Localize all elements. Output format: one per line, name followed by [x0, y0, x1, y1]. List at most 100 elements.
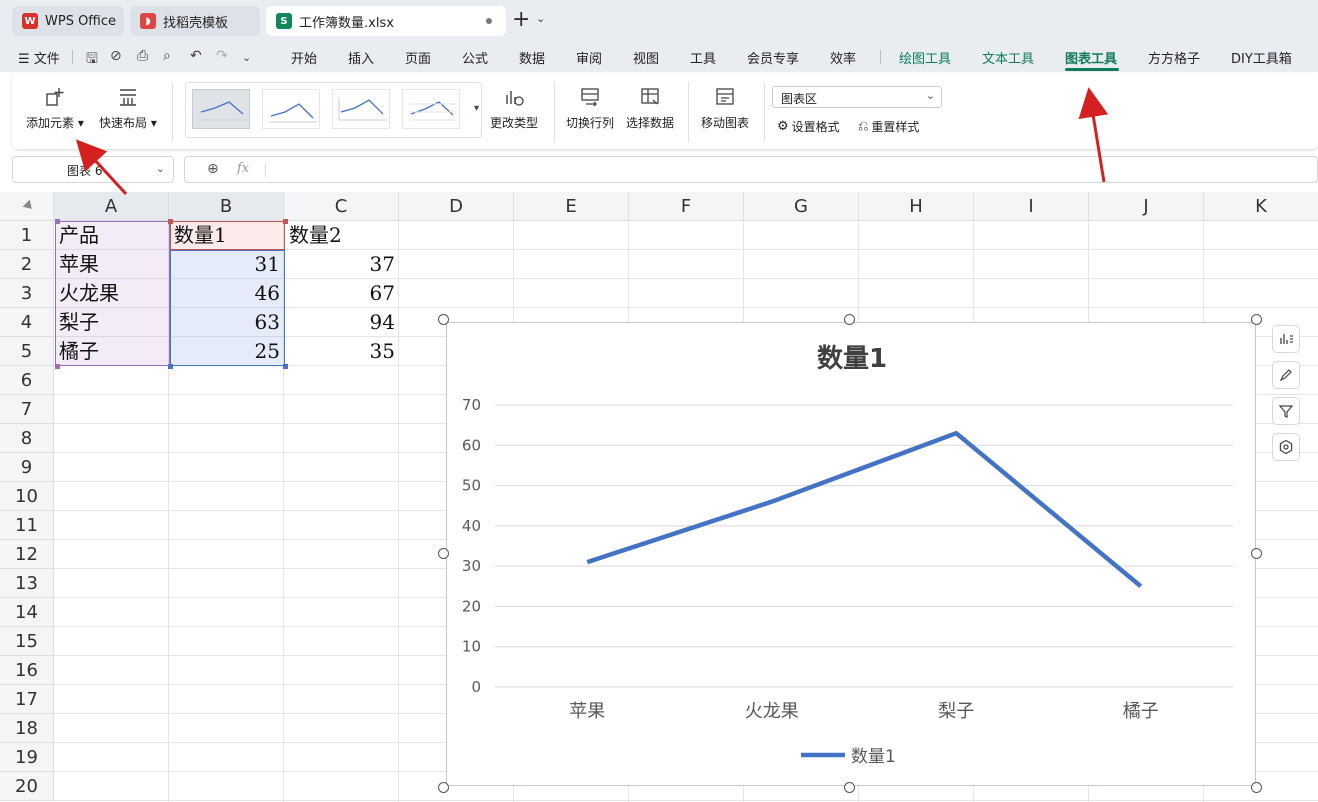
- menu-formula[interactable]: 公式: [462, 48, 488, 67]
- chart-style-button[interactable]: [1272, 361, 1300, 389]
- column-header-c[interactable]: C: [284, 192, 399, 221]
- row-header-18[interactable]: 18: [0, 714, 54, 743]
- range-handle[interactable]: [168, 364, 173, 369]
- menu-member[interactable]: 会员专享: [747, 48, 799, 67]
- chart-style-thumb[interactable]: [332, 89, 390, 129]
- menu-chart-tools[interactable]: 图表工具: [1065, 48, 1117, 67]
- column-header-j[interactable]: J: [1089, 192, 1204, 221]
- menu-tools[interactable]: 工具: [690, 48, 716, 67]
- cell-b5[interactable]: 25: [170, 337, 284, 366]
- set-format-button[interactable]: ⚙ 设置格式: [777, 118, 840, 135]
- chart-resize-handle[interactable]: [1251, 314, 1262, 325]
- chart-resize-handle[interactable]: [438, 548, 449, 559]
- new-tab-button[interactable]: +: [512, 8, 530, 32]
- redo-icon[interactable]: ↷: [216, 48, 228, 64]
- undo-icon[interactable]: ↶: [190, 48, 202, 64]
- range-handle[interactable]: [55, 364, 60, 369]
- reset-style-button[interactable]: ⎌ 重置样式: [858, 118, 919, 135]
- cell-a2[interactable]: 苹果: [55, 250, 169, 279]
- row-header-20[interactable]: 20: [0, 772, 54, 801]
- menu-view[interactable]: 视图: [633, 48, 659, 67]
- save-icon[interactable]: 🖫: [86, 48, 98, 72]
- change-type-button[interactable]: 更改类型: [490, 86, 538, 131]
- quick-layout-button[interactable]: 快速布局 ▾: [99, 86, 157, 131]
- row-header-11[interactable]: 11: [0, 511, 54, 540]
- chart-resize-handle[interactable]: [844, 314, 855, 325]
- chart-resize-handle[interactable]: [1251, 548, 1262, 559]
- row-header-14[interactable]: 14: [0, 598, 54, 627]
- menu-drawing-tools[interactable]: 绘图工具: [899, 48, 951, 67]
- column-header-i[interactable]: I: [974, 192, 1089, 221]
- cell-b2[interactable]: 31: [170, 250, 284, 279]
- print-preview-icon[interactable]: ⌕: [163, 48, 171, 64]
- row-header-7[interactable]: 7: [0, 395, 54, 424]
- chart-resize-handle[interactable]: [438, 314, 449, 325]
- chart-settings-button[interactable]: [1272, 433, 1300, 461]
- range-handle[interactable]: [283, 219, 288, 224]
- column-header-f[interactable]: F: [629, 192, 744, 221]
- cell-c1[interactable]: 数量2: [285, 221, 399, 250]
- chart-filter-button[interactable]: [1272, 397, 1300, 425]
- tab-workbook[interactable]: S 工作簿数量.xlsx: [266, 6, 506, 36]
- row-header-19[interactable]: 19: [0, 743, 54, 772]
- row-header-3[interactable]: 3: [0, 279, 54, 308]
- row-header-2[interactable]: 2: [0, 250, 54, 279]
- chart-resize-handle[interactable]: [844, 782, 855, 793]
- range-handle[interactable]: [168, 219, 173, 224]
- range-handle[interactable]: [283, 364, 288, 369]
- row-header-13[interactable]: 13: [0, 569, 54, 598]
- column-header-e[interactable]: E: [514, 192, 629, 221]
- menu-diy-toolbox[interactable]: DIY工具箱: [1231, 48, 1292, 67]
- print-icon[interactable]: ⎙: [137, 48, 148, 64]
- chevron-down-icon[interactable]: ⌄: [242, 51, 251, 64]
- cell-c4[interactable]: 94: [285, 308, 399, 337]
- row-header-6[interactable]: 6: [0, 366, 54, 395]
- cell-a5[interactable]: 橘子: [55, 337, 169, 366]
- link-icon[interactable]: ⊘: [110, 48, 122, 64]
- add-element-button[interactable]: 添加元素 ▾: [26, 86, 84, 131]
- chart-style-thumb[interactable]: [192, 89, 250, 129]
- select-all-button[interactable]: [0, 192, 54, 221]
- row-header-4[interactable]: 4: [0, 308, 54, 337]
- zoom-icon[interactable]: ⊕: [207, 161, 219, 177]
- menu-text-tools[interactable]: 文本工具: [982, 48, 1034, 67]
- chart-resize-handle[interactable]: [1251, 782, 1262, 793]
- cell-c3[interactable]: 67: [285, 279, 399, 308]
- cell-c5[interactable]: 35: [285, 337, 399, 366]
- gallery-more-button[interactable]: ▾: [474, 103, 479, 114]
- cell-b1[interactable]: 数量1: [170, 221, 284, 250]
- row-header-9[interactable]: 9: [0, 453, 54, 482]
- cell-b3[interactable]: 46: [170, 279, 284, 308]
- tab-wps-office[interactable]: W WPS Office: [12, 6, 124, 36]
- row-header-16[interactable]: 16: [0, 656, 54, 685]
- menu-insert[interactable]: 插入: [348, 48, 374, 67]
- cell-c2[interactable]: 37: [285, 250, 399, 279]
- chart-resize-handle[interactable]: [438, 782, 449, 793]
- column-header-b[interactable]: B: [169, 192, 284, 221]
- fx-icon[interactable]: fx: [237, 161, 249, 176]
- menu-review[interactable]: 审阅: [576, 48, 602, 67]
- range-handle[interactable]: [55, 219, 60, 224]
- chart-style-thumb[interactable]: [262, 89, 320, 129]
- column-header-a[interactable]: A: [54, 192, 169, 221]
- cell-a3[interactable]: 火龙果: [55, 279, 169, 308]
- chart-element-select[interactable]: 图表区 ⌄: [772, 86, 942, 108]
- row-header-10[interactable]: 10: [0, 482, 54, 511]
- chart-elements-button[interactable]: [1272, 325, 1300, 353]
- menu-ffgz[interactable]: 方方格子: [1148, 48, 1200, 67]
- column-header-h[interactable]: H: [859, 192, 974, 221]
- cell-a4[interactable]: 梨子: [55, 308, 169, 337]
- row-header-12[interactable]: 12: [0, 540, 54, 569]
- column-header-d[interactable]: D: [399, 192, 514, 221]
- column-header-k[interactable]: K: [1204, 192, 1318, 221]
- cell-b4[interactable]: 63: [170, 308, 284, 337]
- tab-docer-templates[interactable]: ◗ 找稻壳模板: [130, 6, 260, 36]
- row-header-17[interactable]: 17: [0, 685, 54, 714]
- row-header-15[interactable]: 15: [0, 627, 54, 656]
- row-header-8[interactable]: 8: [0, 424, 54, 453]
- name-box[interactable]: 图表 6 ⌄: [12, 156, 174, 183]
- menu-efficiency[interactable]: 效率: [830, 48, 856, 67]
- menu-page[interactable]: 页面: [405, 48, 431, 67]
- move-chart-button[interactable]: 移动图表: [701, 86, 749, 131]
- menu-data[interactable]: 数据: [519, 48, 545, 67]
